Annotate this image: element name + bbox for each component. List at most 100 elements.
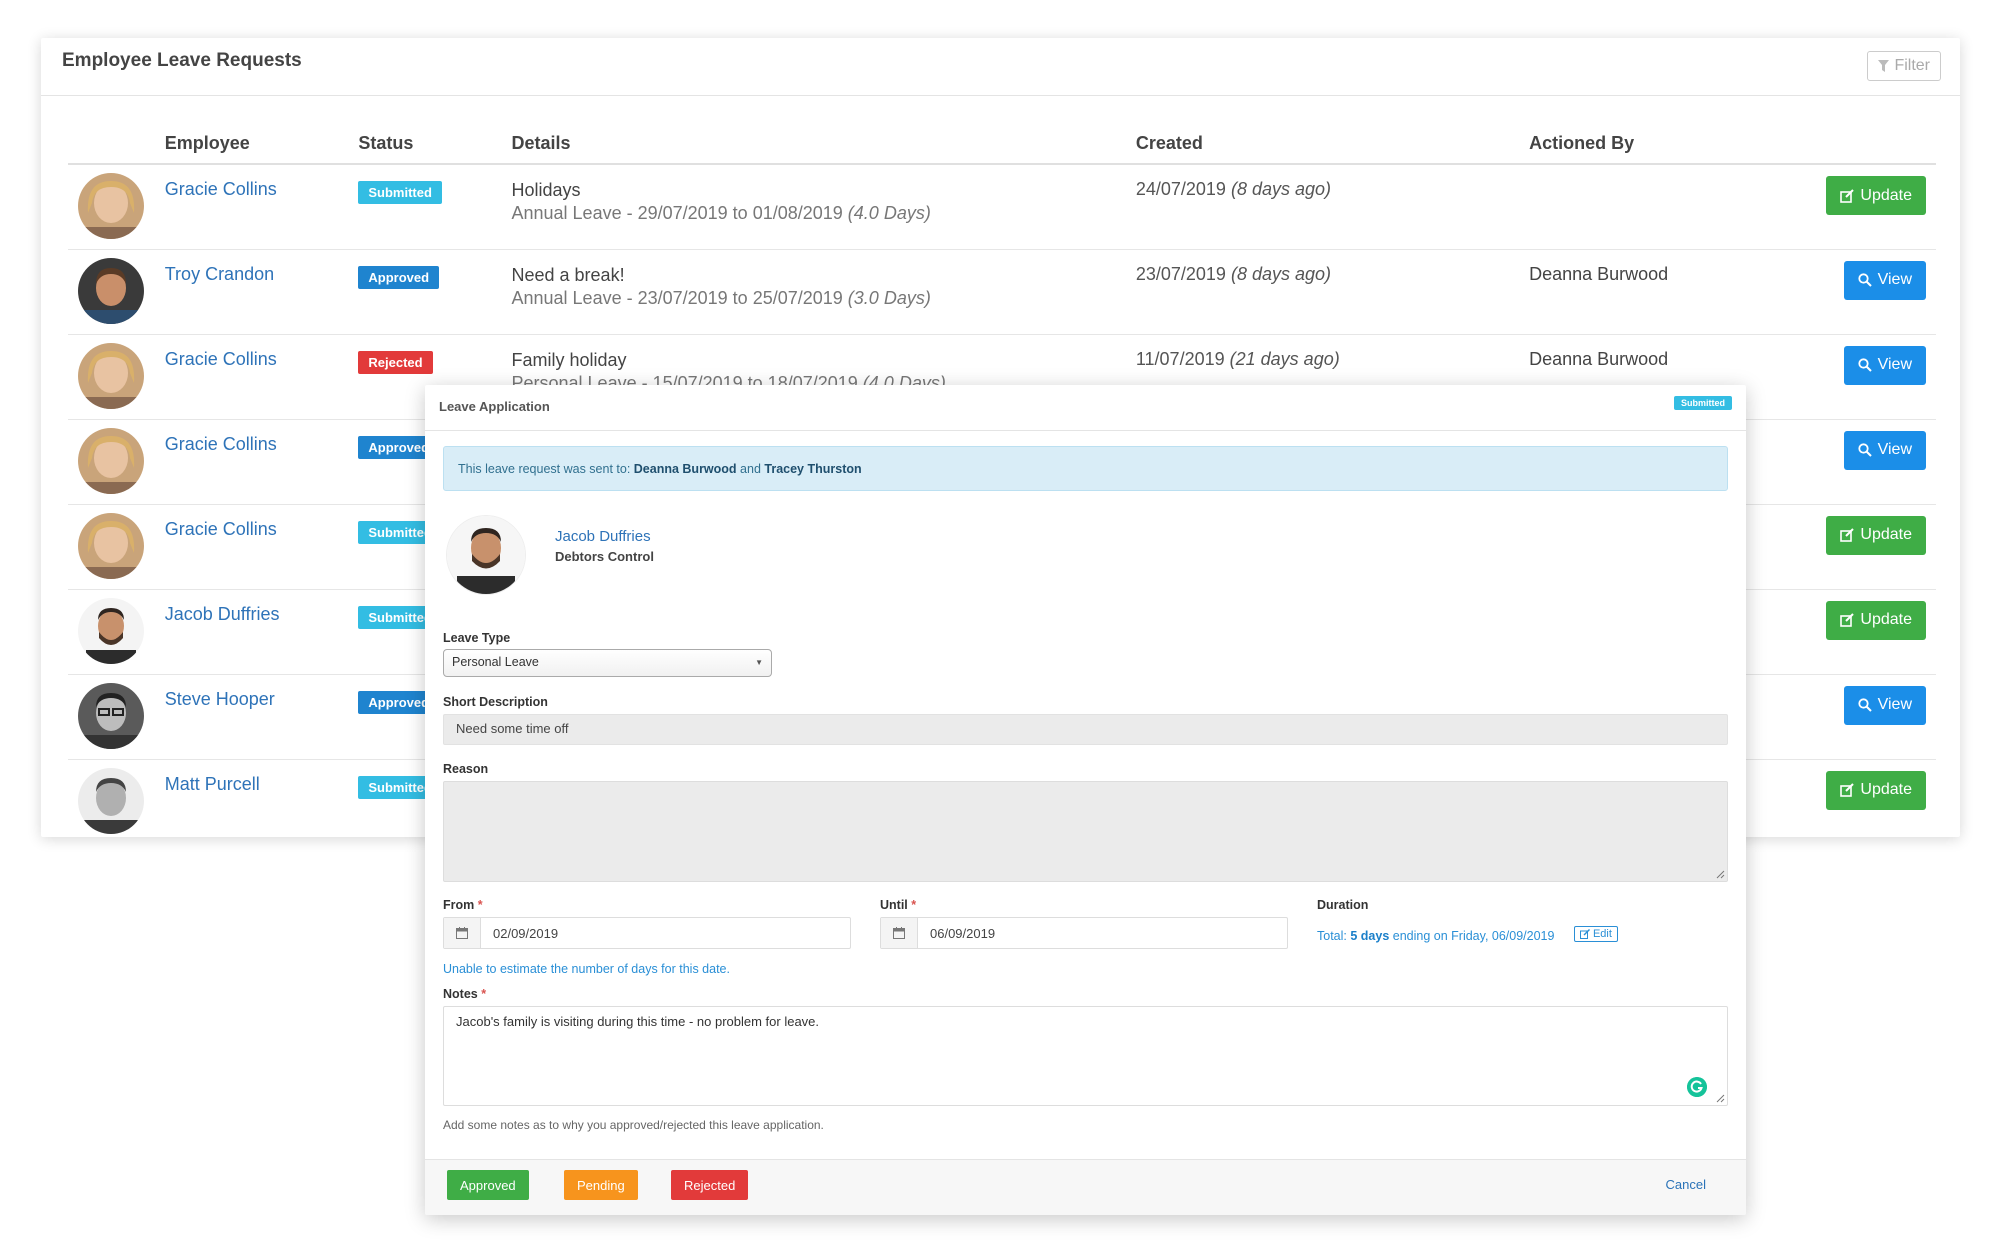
edit-icon bbox=[1840, 188, 1855, 203]
until-label: Until * bbox=[880, 898, 916, 912]
table-header-row: Employee Status Details Created Actioned… bbox=[68, 124, 1936, 165]
pending-button[interactable]: Pending bbox=[564, 1170, 638, 1200]
update-button[interactable]: Update bbox=[1826, 176, 1926, 215]
duration-summary: Total: 5 days ending on Friday, 06/09/20… bbox=[1317, 926, 1618, 943]
search-icon bbox=[1858, 358, 1872, 372]
avatar bbox=[78, 597, 144, 664]
header-details: Details bbox=[511, 124, 1136, 165]
leave-title: Family holiday bbox=[511, 349, 627, 370]
button-label: View bbox=[1877, 441, 1912, 458]
alert-recipient: Deanna Burwood bbox=[633, 462, 737, 476]
button-label: Update bbox=[1860, 186, 1912, 204]
panel-header: Employee Leave Requests Filter bbox=[41, 38, 1960, 96]
from-label: From * bbox=[443, 898, 483, 912]
actioned-by bbox=[1529, 164, 1827, 250]
created-date: 11/07/2019 bbox=[1135, 348, 1225, 369]
search-icon bbox=[1858, 698, 1872, 712]
avatar bbox=[78, 173, 144, 239]
leave-title: Holidays bbox=[511, 180, 581, 200]
notes-value: Jacob's family is visiting during this t… bbox=[456, 1014, 820, 1029]
employee-link[interactable]: Steve Hooper bbox=[165, 689, 275, 709]
employee-link[interactable]: Jacob Duffries bbox=[165, 604, 280, 624]
leave-days: (3.0 Days) bbox=[847, 287, 931, 308]
employee-department: Debtors Control bbox=[555, 549, 654, 564]
calendar-icon[interactable] bbox=[444, 918, 481, 948]
modal-title: Leave Application bbox=[439, 399, 550, 414]
button-label: View bbox=[1877, 696, 1912, 713]
edit-icon bbox=[1840, 528, 1855, 542]
required-marker: * bbox=[481, 987, 487, 1001]
leave-period: Annual Leave - 29/07/2019 to 01/08/2019 bbox=[511, 203, 843, 223]
header-actions bbox=[1826, 124, 1936, 165]
approve-button[interactable]: Approved bbox=[447, 1170, 529, 1200]
update-button[interactable]: Update bbox=[1826, 770, 1926, 810]
edit-duration-button[interactable]: Edit bbox=[1573, 926, 1618, 942]
table-row: Troy Crandon Approved Need a break! Annu… bbox=[68, 249, 1936, 335]
recipients-alert: This leave request was sent to: Deanna B… bbox=[443, 446, 1728, 491]
view-button[interactable]: View bbox=[1843, 345, 1926, 385]
leave-type-select[interactable]: Personal Leave ▼ bbox=[443, 649, 772, 677]
until-date-input[interactable]: 06/09/2019 bbox=[880, 917, 1288, 949]
reason-label: Reason bbox=[443, 762, 489, 776]
duration-suffix: ending on Friday, 06/09/2019 bbox=[1389, 929, 1555, 943]
status-badge: Submitted bbox=[358, 181, 442, 204]
avatar bbox=[78, 682, 144, 749]
resize-handle-icon[interactable] bbox=[1716, 870, 1725, 879]
employee-link[interactable]: Gracie Collins bbox=[165, 179, 277, 199]
filter-icon bbox=[1878, 60, 1890, 72]
chevron-down-icon: ▼ bbox=[755, 658, 763, 667]
from-date-value: 02/09/2019 bbox=[493, 926, 559, 941]
short-description-label: Short Description bbox=[443, 695, 548, 709]
cancel-link[interactable]: Cancel bbox=[1666, 1177, 1706, 1192]
employee-link[interactable]: Gracie Collins bbox=[165, 349, 277, 369]
button-label: Update bbox=[1860, 526, 1912, 543]
calendar-icon[interactable] bbox=[881, 918, 918, 948]
reason-textarea[interactable] bbox=[443, 781, 1728, 882]
modal-footer: Approved Pending Rejected Cancel bbox=[425, 1159, 1746, 1215]
employee-link[interactable]: Matt Purcell bbox=[165, 774, 260, 794]
notes-label: Notes * bbox=[443, 987, 486, 1001]
required-marker: * bbox=[477, 898, 483, 912]
filter-button[interactable]: Filter bbox=[1867, 51, 1941, 81]
edit-icon bbox=[1840, 783, 1855, 797]
button-label: View bbox=[1877, 271, 1912, 288]
leave-days: (4.0 Days) bbox=[847, 203, 931, 223]
view-button[interactable]: View bbox=[1843, 260, 1926, 300]
employee-link[interactable]: Gracie Collins bbox=[165, 434, 277, 454]
alert-and: and bbox=[736, 462, 765, 476]
created-ago: (21 days ago) bbox=[1229, 348, 1340, 369]
employee-link[interactable]: Troy Crandon bbox=[165, 264, 274, 284]
from-date-input[interactable]: 02/09/2019 bbox=[443, 917, 851, 949]
grammarly-icon[interactable] bbox=[1687, 1077, 1707, 1097]
status-badge: Submitted bbox=[1674, 396, 1732, 410]
leave-type-value: Personal Leave bbox=[452, 655, 539, 669]
actioned-by: Deanna Burwood bbox=[1529, 249, 1827, 335]
update-button[interactable]: Update bbox=[1826, 600, 1926, 640]
reject-button[interactable]: Rejected bbox=[671, 1170, 749, 1200]
alert-recipient: Tracey Thurston bbox=[764, 462, 862, 476]
leave-application-modal: Leave Application Submitted This leave r… bbox=[425, 385, 1746, 1215]
view-button[interactable]: View bbox=[1843, 430, 1926, 470]
button-label: Update bbox=[1860, 781, 1912, 798]
button-label: Update bbox=[1860, 611, 1912, 628]
filter-label: Filter bbox=[1894, 57, 1930, 74]
status-badge: Approved bbox=[358, 265, 440, 289]
avatar bbox=[78, 427, 144, 494]
short-description-input[interactable]: Need some time off bbox=[443, 714, 1728, 745]
from-date-hint: Unable to estimate the number of days fo… bbox=[443, 962, 730, 976]
employee-name-link[interactable]: Jacob Duffries bbox=[555, 528, 651, 545]
until-label-text: Until bbox=[880, 898, 908, 912]
status-badge: Rejected bbox=[358, 350, 433, 374]
header-status: Status bbox=[358, 124, 512, 165]
resize-handle-icon[interactable] bbox=[1716, 1094, 1725, 1103]
employee-link[interactable]: Gracie Collins bbox=[165, 519, 277, 539]
page-title: Employee Leave Requests bbox=[62, 50, 302, 71]
notes-textarea[interactable]: Jacob's family is visiting during this t… bbox=[443, 1006, 1728, 1106]
avatar bbox=[447, 516, 525, 594]
duration-days: 5 days bbox=[1350, 929, 1390, 943]
header-employee: Employee bbox=[164, 124, 359, 165]
view-button[interactable]: View bbox=[1843, 685, 1926, 725]
avatar bbox=[78, 257, 144, 324]
edit-icon bbox=[1840, 613, 1855, 627]
update-button[interactable]: Update bbox=[1826, 515, 1926, 555]
